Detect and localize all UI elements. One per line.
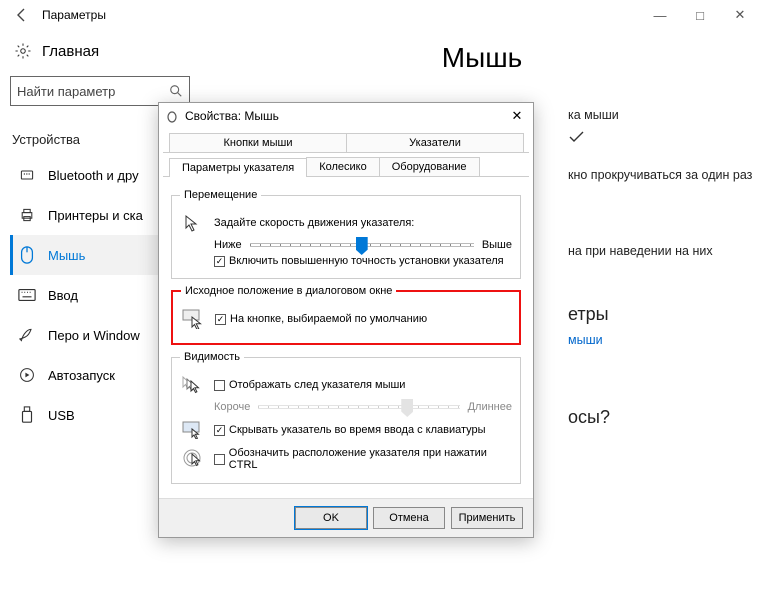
heading-fragment: етры xyxy=(568,304,756,325)
ok-button[interactable]: OK xyxy=(295,507,367,529)
usb-icon xyxy=(18,406,36,424)
back-button[interactable] xyxy=(8,7,36,23)
tab-hardware[interactable]: Оборудование xyxy=(379,157,480,176)
gear-icon xyxy=(14,42,32,60)
autoplay-icon xyxy=(18,366,36,384)
text-fragment: на при наведении на них xyxy=(568,244,756,258)
checkbox-hide-typing[interactable]: Скрывать указатель во время ввода с клав… xyxy=(214,424,486,436)
group-visibility: Видимость Отображать след указателя мыши… xyxy=(171,351,521,484)
tab-pointers[interactable]: Указатели xyxy=(346,133,524,152)
dialog-tabs-upper: Кнопки мыши Указатели xyxy=(163,129,529,153)
heading-fragment: осы? xyxy=(568,407,756,428)
dialog-title: Свойства: Мышь xyxy=(185,109,501,123)
sidebar-item-label: Перо и Window xyxy=(48,328,140,343)
cancel-button[interactable]: Отмена xyxy=(373,507,445,529)
window-close[interactable]: ✕ xyxy=(720,1,760,29)
printer-icon xyxy=(18,206,36,224)
pen-icon xyxy=(18,326,36,344)
window-maximize[interactable]: □ xyxy=(680,1,720,29)
checkbox-snap-default[interactable]: На кнопке, выбираемой по умолчанию xyxy=(215,313,427,325)
sidebar-item-label: Bluetooth и дру xyxy=(48,168,139,183)
hide-typing-icon xyxy=(180,417,206,443)
page-title: Мышь xyxy=(208,42,756,74)
sidebar-item-label: Принтеры и ска xyxy=(48,208,143,223)
link-mouse-extra[interactable]: мыши xyxy=(568,333,603,347)
bluetooth-icon xyxy=(18,166,36,184)
text-fragment: ка мыши xyxy=(568,108,756,122)
sidebar-home-label: Главная xyxy=(42,43,99,60)
mouse-icon xyxy=(18,246,36,264)
checkbox-ctrl-locate[interactable]: Обозначить расположение указателя при на… xyxy=(214,447,512,471)
sidebar-home[interactable]: Главная xyxy=(10,36,190,76)
pointer-trail-icon xyxy=(180,372,206,398)
dialog-close[interactable]: ✕ xyxy=(507,108,527,124)
window-title: Параметры xyxy=(36,8,640,22)
group-snap-legend: Исходное положение в диалоговом окне xyxy=(181,285,396,297)
mouse-properties-dialog: Свойства: Мышь ✕ Кнопки мыши Указатели П… xyxy=(158,102,534,538)
mouse-small-icon xyxy=(165,109,179,123)
group-motion-legend: Перемещение xyxy=(180,189,261,201)
tab-wheel[interactable]: Колесико xyxy=(306,157,380,176)
checkbox-enhance-precision[interactable]: Включить повышенную точность установки у… xyxy=(214,255,504,267)
sidebar-item-label: Мышь xyxy=(48,248,85,263)
sidebar-item-label: Автозапуск xyxy=(48,368,115,383)
pointer-speed-label: Задайте скорость движения указателя: xyxy=(214,217,512,229)
dialog-tabs-lower: Параметры указателя Колесико Оборудовани… xyxy=(163,153,529,177)
check-icon xyxy=(568,130,586,144)
snap-to-icon xyxy=(181,306,207,332)
tab-buttons[interactable]: Кнопки мыши xyxy=(169,133,347,152)
apply-button[interactable]: Применить xyxy=(451,507,523,529)
checkbox-pointer-trail[interactable]: Отображать след указателя мыши xyxy=(214,379,405,391)
sidebar-item-label: Ввод xyxy=(48,288,78,303)
pointer-speed-slider[interactable]: Ниже Выше xyxy=(214,239,512,251)
search-placeholder: Найти параметр xyxy=(17,84,169,99)
tab-pointer-options[interactable]: Параметры указателя xyxy=(169,158,307,177)
window-minimize[interactable]: — xyxy=(640,1,680,29)
dialog-button-row: OK Отмена Применить xyxy=(159,498,533,537)
window-titlebar: Параметры — □ ✕ xyxy=(0,0,768,30)
trail-length-slider: Короче Длиннее xyxy=(214,401,512,413)
sidebar-item-label: USB xyxy=(48,408,75,423)
pointer-speed-icon xyxy=(180,210,206,236)
ctrl-locate-icon xyxy=(180,446,206,472)
keyboard-icon xyxy=(18,286,36,304)
arrow-left-icon xyxy=(14,7,30,23)
group-motion: Перемещение Задайте скорость движения ук… xyxy=(171,189,521,279)
dialog-titlebar[interactable]: Свойства: Мышь ✕ xyxy=(159,103,533,129)
group-snap-to: Исходное положение в диалоговом окне На … xyxy=(171,285,521,345)
text-fragment: кно прокручиваться за один раз xyxy=(568,168,756,182)
search-icon xyxy=(169,84,183,98)
group-visibility-legend: Видимость xyxy=(180,351,244,363)
